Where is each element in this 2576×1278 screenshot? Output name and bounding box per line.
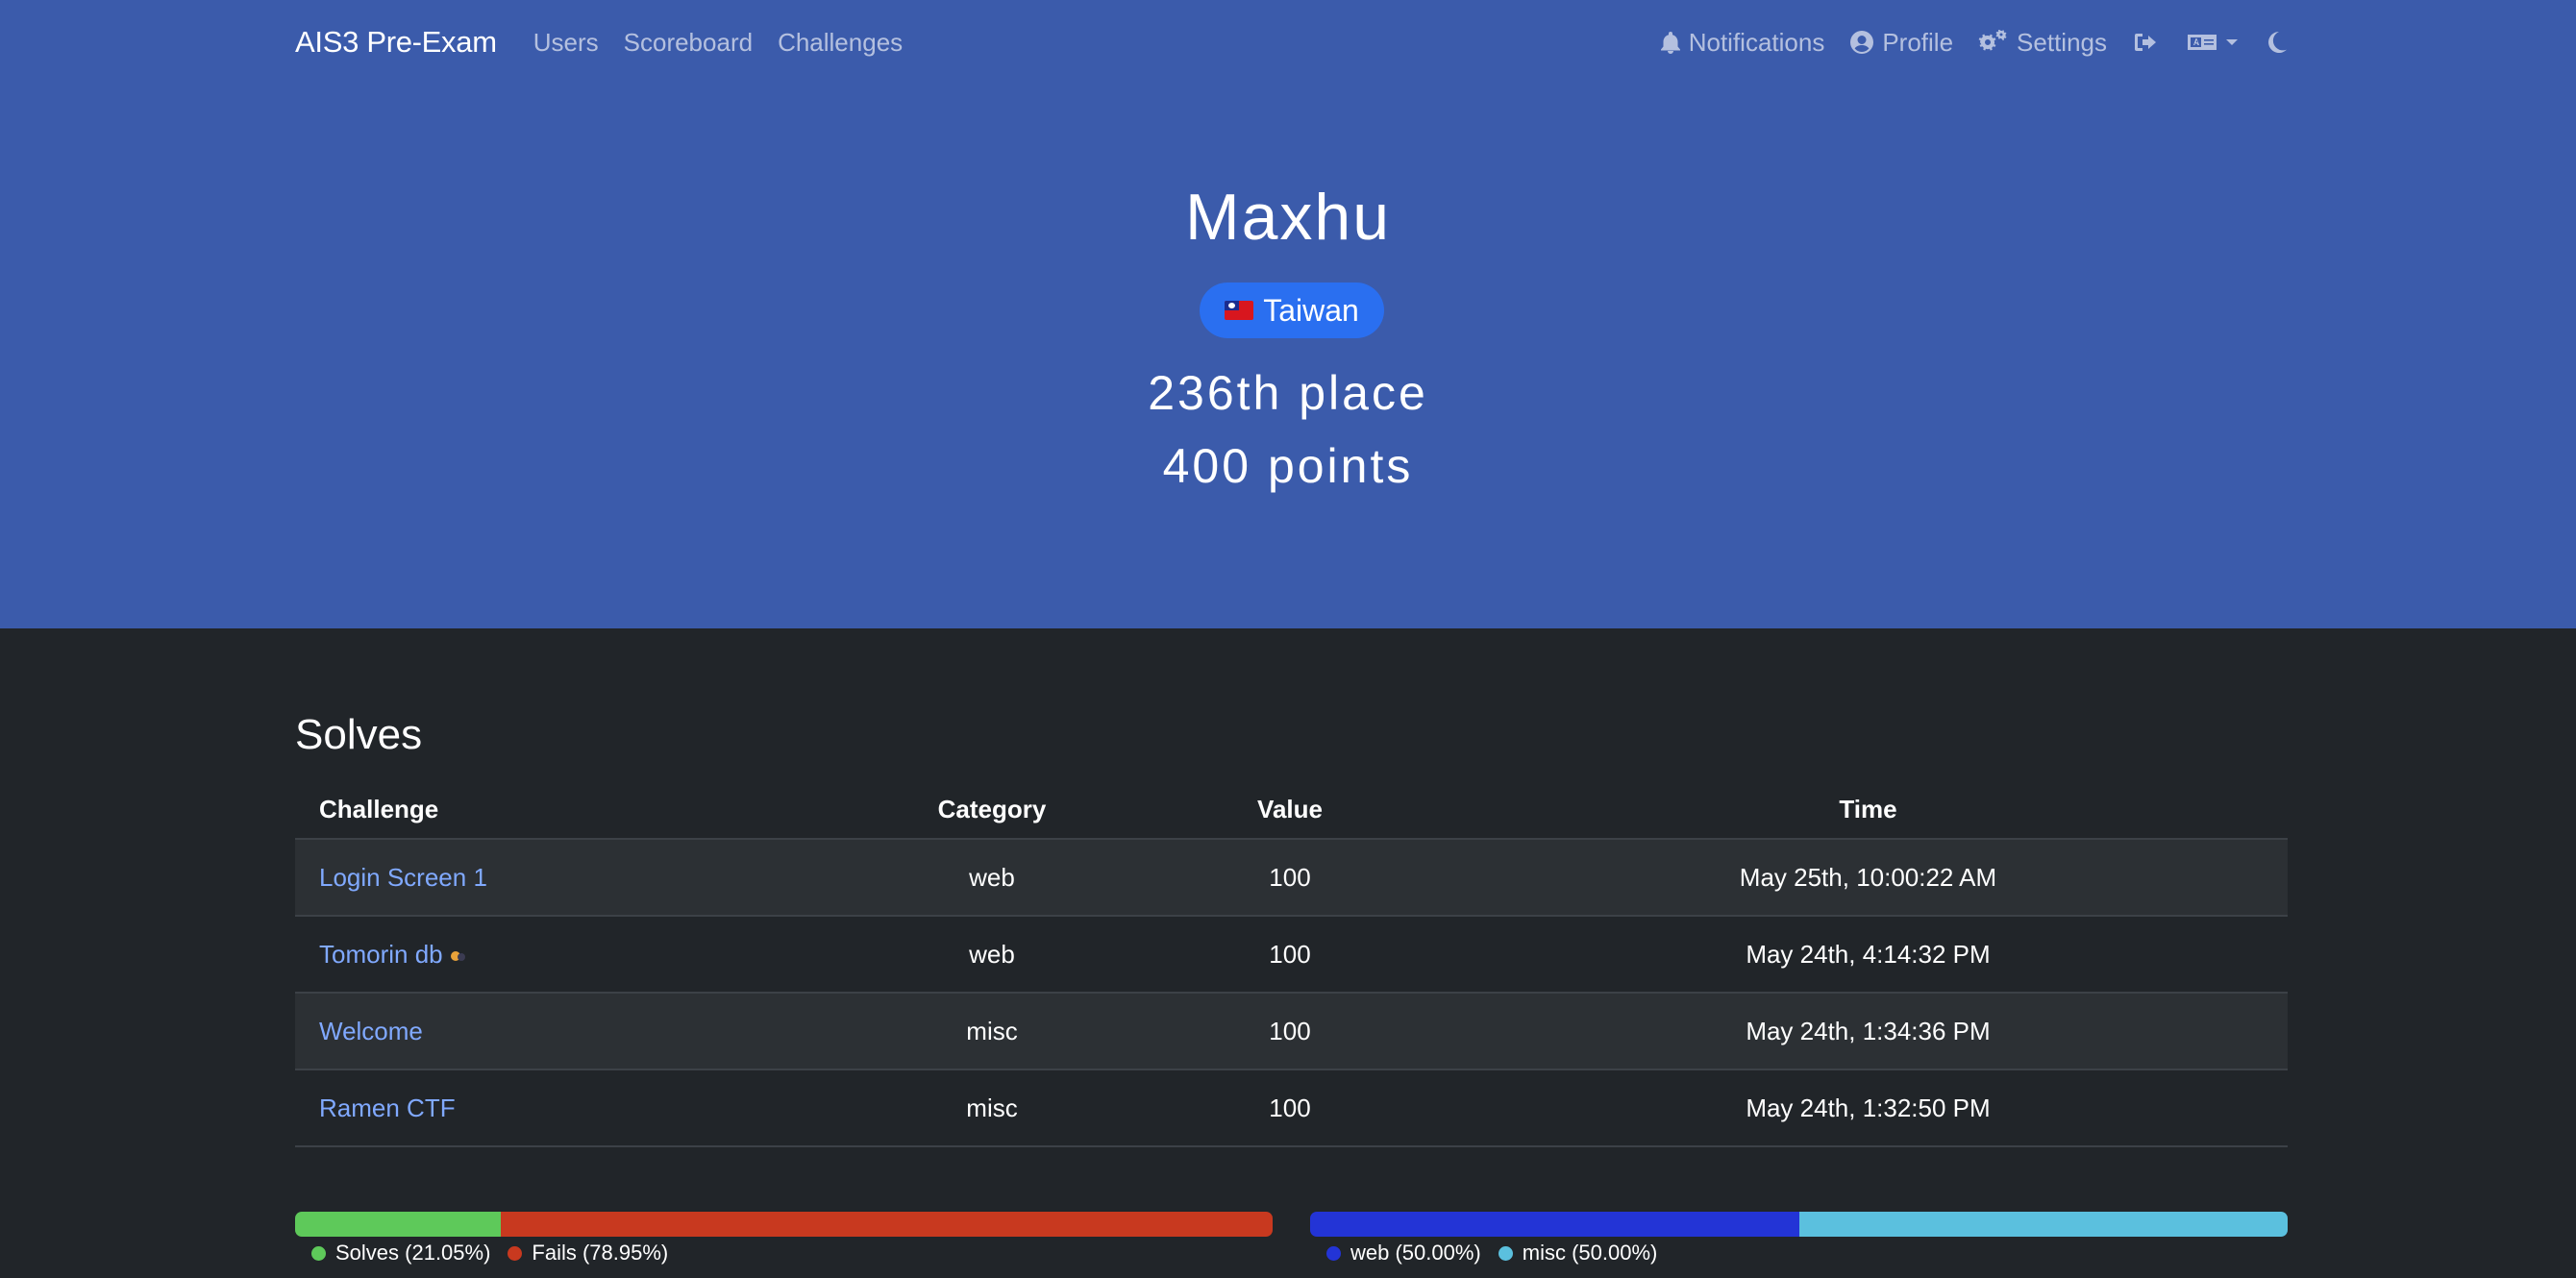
challenge-category: misc [966,1016,1018,1045]
moon-icon [2268,32,2287,53]
table-row: Login Screen 1 web 100 May 25th, 10:00:2… [295,840,2288,917]
table-row: Welcome misc 100 May 24th, 1:34:36 PM [295,994,2288,1070]
nav-settings-label: Settings [2017,27,2107,57]
nav-profile-label: Profile [1882,27,1954,57]
legend-dot-icon [508,1245,523,1261]
header-challenge: Challenge [319,794,439,823]
legend-label: web (50.00%) [1350,1241,1481,1265]
challenge-value: 100 [1269,1093,1311,1122]
sign-out-icon [2135,34,2156,51]
challenge-category: misc [966,1093,1018,1122]
nav-notifications[interactable]: Notifications [1660,27,1825,58]
country-badge[interactable]: Taiwan [1200,283,1384,338]
header-value: Value [1257,794,1323,823]
table-header: Challenge Category Value Time [295,780,2288,840]
user-circle-icon [1850,31,1874,54]
brand-link[interactable]: AIS3 Pre-Exam [295,25,497,60]
user-place: 236th place [1148,366,1428,420]
bell-icon [1660,32,1680,54]
header-time: Time [1839,794,1897,823]
penguin-emoji-icon [449,948,468,964]
solve-time: May 24th, 4:14:32 PM [1746,939,1991,969]
legend-item-web: web (50.00%) [1326,1241,1481,1266]
bar-segment-misc [1798,1212,2288,1237]
nav-notifications-label: Notifications [1688,27,1825,57]
category-breakdown-bar [1310,1212,2288,1237]
legend-label: misc (50.00%) [1522,1241,1658,1265]
legend-label: Solves (21.05%) [335,1241,491,1265]
bar-segment-solves [295,1212,502,1237]
challenge-link[interactable]: Tomorin db [295,940,853,970]
bar-segment-web [1310,1212,1799,1237]
solves-title: Solves [295,711,423,758]
legend-dot-icon [1498,1245,1513,1261]
cogs-icon [1978,30,2007,51]
legend-item-misc: misc (50.00%) [1498,1241,1658,1266]
challenge-value: 100 [1269,1016,1311,1045]
header-category: Category [937,794,1047,823]
solves-fails-legend: Solves (21.05%) Fails (78.95%) [311,1241,685,1266]
theme-toggle[interactable] [2266,31,2288,54]
challenge-value: 100 [1269,862,1311,892]
legend-item-fails: Fails (78.95%) [508,1241,668,1266]
profile-header: Maxhu Taiwan 236th place 400 points [0,0,2576,628]
solve-time: May 24th, 1:32:50 PM [1746,1093,1991,1122]
nav-link-users[interactable]: Users [533,28,599,58]
logout-button[interactable] [2134,32,2159,53]
bar-segment-fails [501,1212,1273,1237]
category-breakdown-legend: web (50.00%) misc (50.00%) [1326,1241,1674,1266]
table-row: Ramen CTF misc 100 May 24th, 1:32:50 PM [295,1070,2288,1147]
language-icon [2188,35,2217,50]
taiwan-flag-icon [1225,301,1254,320]
legend-item-solves: Solves (21.05%) [311,1241,490,1266]
legend-dot-icon [311,1245,326,1261]
user-name: Maxhu [1184,181,1392,254]
challenge-link[interactable]: Login Screen 1 [295,863,853,893]
legend-dot-icon [1326,1245,1341,1261]
solve-time: May 25th, 10:00:22 AM [1739,862,1997,892]
challenge-link[interactable]: Welcome [295,1017,853,1046]
nav-link-challenges[interactable]: Challenges [778,28,903,58]
challenge-link[interactable]: Ramen CTF [295,1094,853,1123]
challenge-value: 100 [1269,939,1311,969]
nav-link-scoreboard[interactable]: Scoreboard [624,28,753,58]
caret-down-icon [2226,39,2238,45]
solves-fails-bar [295,1212,1273,1237]
challenge-category: web [969,862,1015,892]
legend-label: Fails (78.95%) [532,1241,669,1265]
nav-profile[interactable]: Profile [1849,28,1953,58]
country-label: Taiwan [1263,292,1359,328]
table-row: Tomorin db web 100 May 24th, 4:14:32 PM [295,917,2288,994]
language-dropdown[interactable] [2186,32,2240,53]
user-points: 400 points [1162,439,1414,493]
challenge-link-text: Tomorin db [319,939,443,969]
solve-time: May 24th, 1:34:36 PM [1746,1016,1991,1045]
navbar: AIS3 Pre-Exam Users Scoreboard Challenge… [0,0,2576,85]
nav-settings[interactable]: Settings [1978,28,2107,58]
solves-table: Challenge Category Value Time Login Scre… [295,780,2288,1147]
challenge-category: web [969,939,1015,969]
